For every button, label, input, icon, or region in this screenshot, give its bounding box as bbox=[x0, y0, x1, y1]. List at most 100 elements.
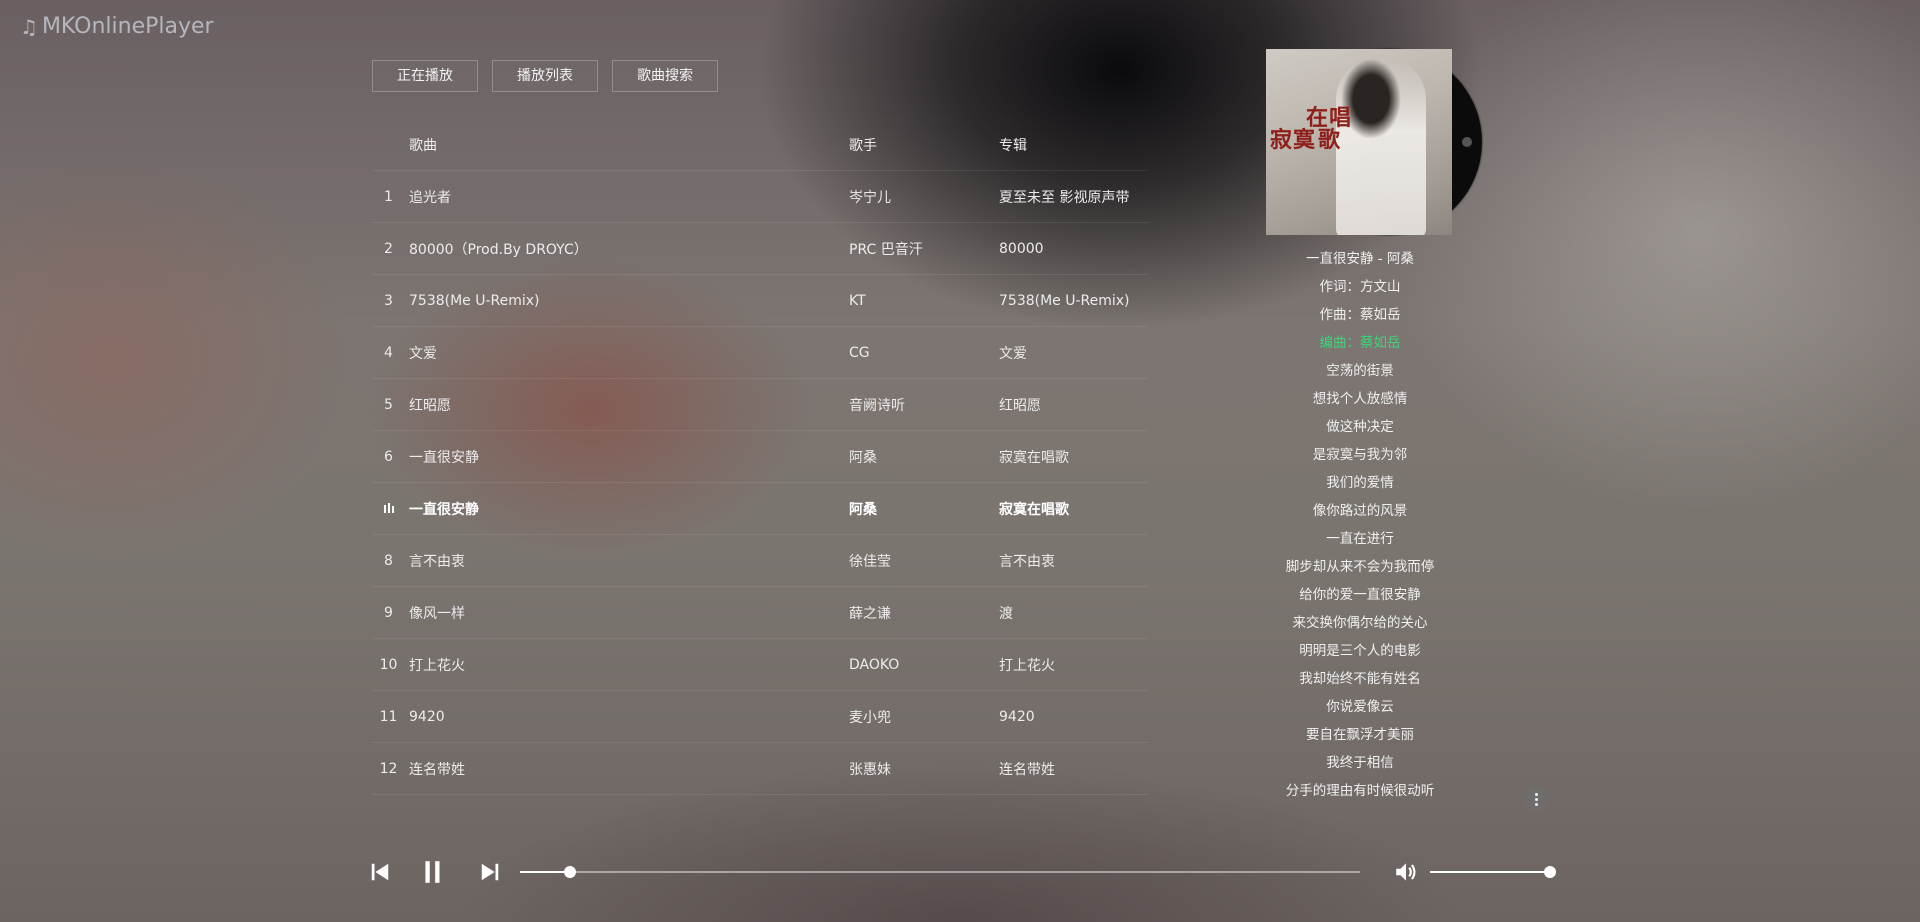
song-artist[interactable]: 阿桑 bbox=[849, 499, 999, 519]
song-number: 1 bbox=[384, 188, 393, 205]
skip-previous-icon[interactable] bbox=[366, 858, 394, 886]
song-row[interactable]: 4 文爱 CG 文爱 bbox=[372, 327, 1148, 379]
song-album: 连名带姓 bbox=[999, 761, 1055, 778]
song-row[interactable]: 10 打上花火 DAOKO 打上花火 bbox=[372, 639, 1148, 691]
lyric-line: 脚步却从来不会为我而停 bbox=[1285, 559, 1435, 575]
song-album: 打上花火 bbox=[999, 657, 1055, 674]
song-list: 歌曲 歌手 专辑 1 追光者 岑宁儿 夏至未至 影视原声带 2 80000（Prod.By… bbox=[372, 119, 1148, 812]
volume-slider[interactable] bbox=[1430, 866, 1556, 878]
song-album: 红昭愿 bbox=[999, 397, 1041, 414]
song-artist[interactable]: DAOKO bbox=[849, 657, 999, 673]
lyric-line: 一直在进行 bbox=[1326, 531, 1394, 547]
progress-fill bbox=[520, 871, 571, 873]
lyric-line: 做这种决定 bbox=[1326, 419, 1394, 435]
song-number: 9 bbox=[384, 604, 393, 621]
song-number: 8 bbox=[384, 552, 393, 569]
song-artist[interactable]: PRC 巴音汗 bbox=[849, 239, 999, 259]
song-artist[interactable]: 徐佳莹 bbox=[849, 551, 999, 571]
app-logo: ♫ MKOnlinePlayer bbox=[20, 14, 214, 39]
song-title: 一直很安静 bbox=[409, 449, 479, 466]
song-number: 4 bbox=[384, 344, 393, 361]
song-artist[interactable]: 音阙诗听 bbox=[849, 395, 999, 415]
song-artist[interactable]: 张惠妹 bbox=[849, 759, 999, 779]
lyric-line: 分手的理由有时候很动听 bbox=[1285, 783, 1435, 799]
volume-icon[interactable] bbox=[1392, 858, 1420, 886]
music-note-icon: ♫ bbox=[20, 14, 38, 39]
lyric-line: 像你路过的风景 bbox=[1312, 503, 1408, 519]
tab-song-search[interactable]: 歌曲搜索 bbox=[612, 60, 718, 92]
cover-title-left: 寂寞 bbox=[1270, 127, 1317, 153]
tab-playlist[interactable]: 播放列表 bbox=[492, 60, 598, 92]
album-cover: 在唱 寂寞歌 bbox=[1266, 49, 1452, 235]
song-title: 言不由衷 bbox=[409, 553, 465, 570]
song-row[interactable]: 5 红昭愿 音阙诗听 红昭愿 bbox=[372, 379, 1148, 431]
song-artist[interactable]: CG bbox=[849, 345, 999, 361]
song-title: 追光者 bbox=[409, 189, 451, 206]
song-row[interactable]: 6 一直很安静 阿桑 寂寞在唱歌 bbox=[372, 431, 1148, 483]
song-row[interactable]: 3 7538(Me U-Remix) KT 7538(Me U-Remix) bbox=[372, 275, 1148, 327]
cover-title-right: 歌 bbox=[1318, 127, 1342, 153]
song-row[interactable]: 13TimeMKJTime bbox=[372, 795, 1148, 812]
lyric-line: 编曲：蔡如岳 bbox=[1319, 335, 1401, 351]
cover-title: 在唱 寂寞歌 bbox=[1270, 107, 1352, 151]
song-title: 文爱 bbox=[409, 345, 437, 362]
volume-handle[interactable] bbox=[1544, 866, 1556, 878]
progress-handle[interactable] bbox=[564, 866, 577, 878]
lyric-line: 作曲：蔡如岳 bbox=[1319, 307, 1401, 323]
song-album: 80000 bbox=[999, 240, 1044, 257]
skip-next-icon[interactable] bbox=[476, 858, 504, 886]
more-vertical-icon[interactable] bbox=[1523, 786, 1549, 812]
tab-bar: 正在播放 播放列表 歌曲搜索 bbox=[372, 60, 718, 92]
song-artist[interactable]: KT bbox=[849, 293, 999, 309]
song-artist[interactable]: 阿桑 bbox=[849, 447, 999, 467]
song-artist[interactable]: 麦小兜 bbox=[849, 707, 999, 727]
lyric-line: 明明是三个人的电影 bbox=[1299, 643, 1421, 659]
song-row[interactable]: 一直很安静 阿桑 寂寞在唱歌 bbox=[372, 483, 1148, 535]
song-title: 红昭愿 bbox=[409, 397, 451, 414]
song-number: 5 bbox=[384, 396, 393, 413]
song-row[interactable]: 9 像风一样 薛之谦渡 bbox=[372, 587, 1148, 639]
song-row[interactable]: 8 言不由衷 徐佳莹 言不由衷 bbox=[372, 535, 1148, 587]
header-album: 专辑 bbox=[999, 137, 1027, 154]
song-album: 言不由衷 bbox=[999, 553, 1055, 570]
header-artist: 歌手 bbox=[849, 137, 877, 154]
lyric-line: 你说爱像云 bbox=[1326, 699, 1394, 715]
lyric-line: 一直很安静 - 阿桑 bbox=[1306, 251, 1414, 267]
lyric-line: 我们的爱情 bbox=[1326, 475, 1394, 491]
lyric-line: 作词：方文山 bbox=[1319, 279, 1401, 295]
pause-icon[interactable] bbox=[418, 858, 448, 886]
song-row[interactable]: 2 80000（Prod.By DROYC） PRC 巴音汗 80000 bbox=[372, 223, 1148, 275]
song-row[interactable]: 1 追光者 岑宁儿 夏至未至 影视原声带 bbox=[372, 171, 1148, 223]
song-number: 6 bbox=[384, 448, 393, 465]
song-album: 9420 bbox=[999, 708, 1035, 725]
song-album: 渡 bbox=[999, 605, 1013, 622]
song-row[interactable]: 11 9420 麦小兜 9420 bbox=[372, 691, 1148, 743]
song-row[interactable]: 12 连名带姓 张惠妹 连名带姓 bbox=[372, 743, 1148, 795]
song-album: 文爱 bbox=[999, 345, 1027, 362]
song-title: 打上花火 bbox=[409, 657, 465, 674]
song-number: 3 bbox=[384, 292, 393, 309]
song-artist[interactable]: 薛之谦 bbox=[849, 603, 999, 623]
tab-now-playing[interactable]: 正在播放 bbox=[372, 60, 478, 92]
volume-fill bbox=[1430, 871, 1550, 873]
song-album: 寂寞在唱歌 bbox=[999, 449, 1069, 466]
song-album: 7538(Me U-Remix) bbox=[999, 292, 1130, 309]
song-artist[interactable]: 岑宁儿 bbox=[849, 187, 999, 207]
lyric-line: 我却始终不能有姓名 bbox=[1299, 671, 1421, 687]
song-title: 80000（Prod.By DROYC） bbox=[409, 241, 588, 258]
playing-indicator-icon bbox=[372, 501, 409, 517]
lyric-line: 来交换你偶尔给的关心 bbox=[1292, 615, 1428, 631]
lyrics-panel: 一直很安静 - 阿桑 作词：方文山 作曲：蔡如岳 编曲：蔡如岳 空荡的街景 想找个人放感情… bbox=[1240, 248, 1480, 808]
lyric-line: 给你的爱一直很安静 bbox=[1299, 587, 1421, 603]
header-title: 歌曲 bbox=[409, 137, 437, 154]
song-number: 11 bbox=[379, 708, 398, 725]
progress-bar[interactable] bbox=[520, 866, 1360, 878]
song-title: 一直很安静 bbox=[409, 501, 479, 518]
song-number: 12 bbox=[379, 760, 398, 777]
song-title: 7538(Me U-Remix) bbox=[409, 292, 540, 309]
song-title: 9420 bbox=[409, 708, 445, 725]
song-album: 夏至未至 影视原声带 bbox=[999, 189, 1130, 206]
song-number: 2 bbox=[384, 240, 393, 257]
lyric-line: 空荡的街景 bbox=[1326, 363, 1394, 379]
lyric-line: 是寂寞与我为邻 bbox=[1312, 447, 1408, 463]
